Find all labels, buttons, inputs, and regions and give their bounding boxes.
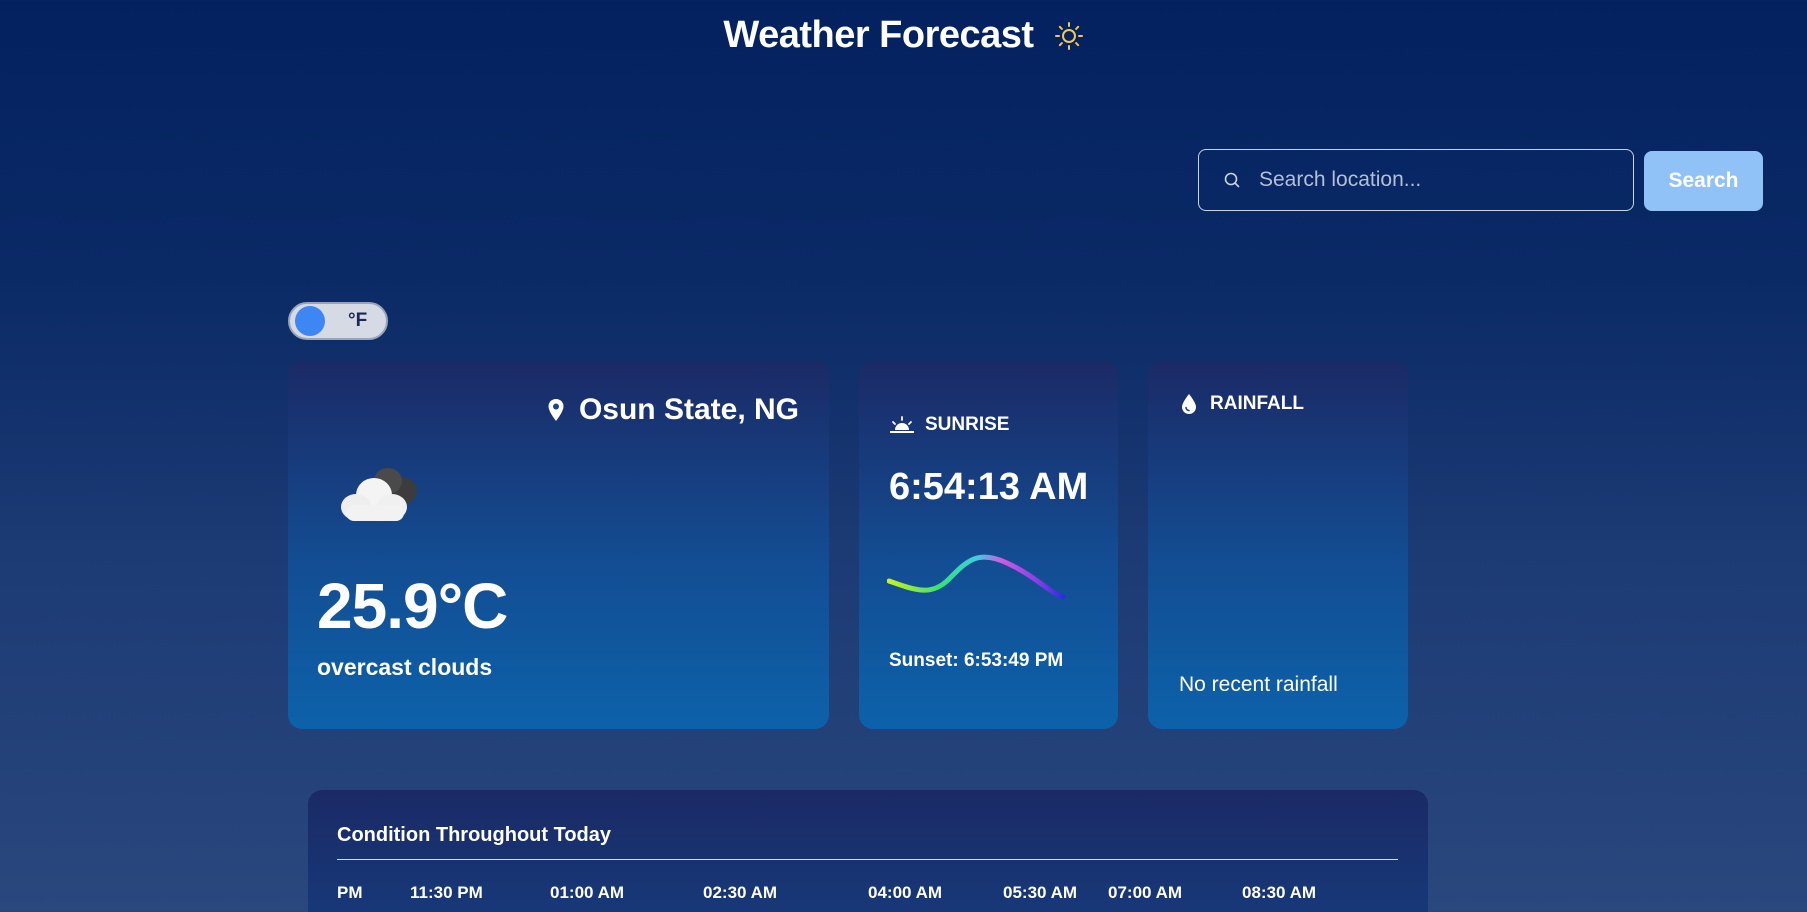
rainfall-header: RAINFALL <box>1180 393 1304 415</box>
hourly-time: 02:30 AM <box>703 883 778 902</box>
weather-condition: overcast clouds <box>317 654 493 680</box>
cloud-icon <box>341 468 417 521</box>
page-header: Weather Forecast <box>0 14 1807 57</box>
hourly-conditions-panel: Condition Throughout Today PM 11:30 PM 0… <box>308 790 1428 912</box>
hourly-title: Condition Throughout Today <box>337 824 612 846</box>
water-drop-icon <box>1182 394 1196 414</box>
sunrise-icon <box>890 416 914 433</box>
hourly-time: 04:00 AM <box>868 883 943 902</box>
hourly-time: 07:00 AM <box>1108 883 1183 902</box>
sunrise-time: 6:54:13 AM <box>889 466 1089 508</box>
page-title: Weather Forecast <box>723 14 1034 56</box>
search-button[interactable]: Search <box>1644 151 1763 211</box>
hourly-time: 08:30 AM <box>1242 883 1317 902</box>
rainfall-title: RAINFALL <box>1210 393 1304 414</box>
current-weather-card: Osun State, NG 25.9°C overcast clouds <box>288 361 829 729</box>
sunrise-header: SUNRISE <box>889 414 1009 436</box>
location: Osun State, NG <box>547 393 799 427</box>
location-name: Osun State, NG <box>578 393 799 426</box>
search-box[interactable] <box>1198 149 1634 211</box>
hourly-time: PM <box>337 883 363 902</box>
hourly-time: 05:30 AM <box>1003 883 1078 902</box>
rainfall-card: RAINFALL No recent rainfall <box>1148 361 1408 729</box>
location-pin-icon <box>548 399 564 421</box>
sun-icon <box>1054 21 1083 50</box>
toggle-knob[interactable] <box>295 306 325 336</box>
temperature: 25.9°C <box>317 570 508 642</box>
divider <box>337 859 1398 860</box>
sunset-time: Sunset: 6:53:49 PM <box>889 650 1064 671</box>
hourly-time: 11:30 PM <box>410 883 483 902</box>
unit-toggle[interactable]: °F <box>288 302 388 340</box>
sunrise-title: SUNRISE <box>925 414 1010 435</box>
search-icon <box>1224 172 1240 188</box>
unit-label: °F <box>348 310 368 331</box>
hourly-time: 01:00 AM <box>550 883 625 902</box>
rainfall-message: No recent rainfall <box>1179 673 1338 696</box>
search-input[interactable] <box>1259 168 1599 192</box>
sunrise-card: SUNRISE 6:54:13 AM Sunset: 6:53:49 PM <box>859 361 1118 729</box>
sun-path-curve <box>887 554 1065 600</box>
